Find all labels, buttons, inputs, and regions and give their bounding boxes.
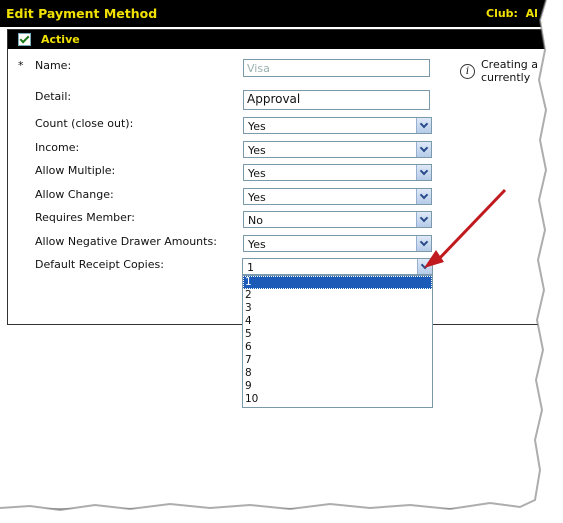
annotation-arrow	[424, 188, 507, 268]
arrow-shaft	[434, 188, 507, 264]
arrow-head	[424, 250, 444, 268]
